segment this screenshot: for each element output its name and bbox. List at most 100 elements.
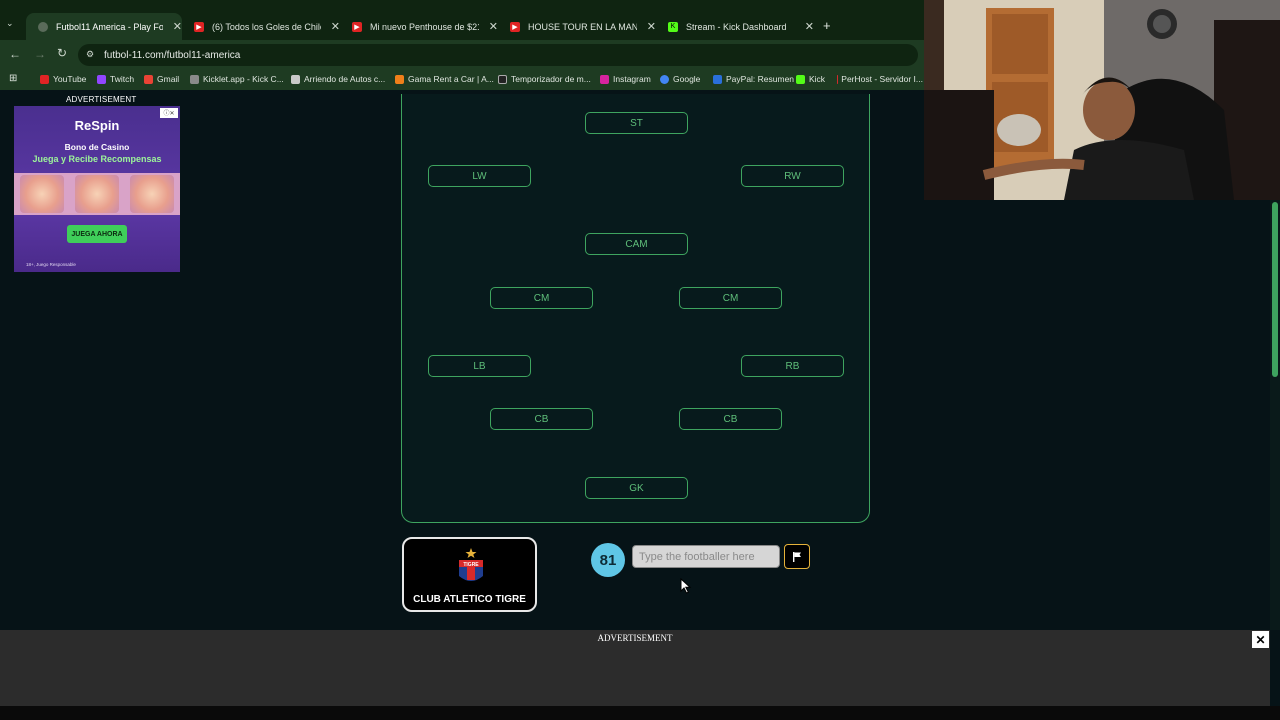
remaining-counter: 81 — [591, 543, 625, 577]
timer-icon — [498, 74, 507, 84]
ad-headline: Bono de Casino — [64, 142, 130, 152]
url-input[interactable]: ⚙ futbol-11.com/futbol11-america — [78, 44, 918, 66]
page-bottom-edge — [0, 706, 1280, 720]
url-text: futbol-11.com/futbol11-america — [104, 49, 241, 61]
forward-icon[interactable]: → — [34, 47, 46, 61]
bookmark-paypal[interactable]: PayPal: Resumen — [713, 74, 794, 84]
apps-grid-icon[interactable]: ⊞ — [9, 73, 17, 84]
bottom-ad-banner: ADVERTISEMENT ✕ — [0, 630, 1270, 706]
tab-kick-dashboard[interactable]: K Stream - Kick Dashboard ✕ — [656, 13, 814, 40]
ad-label: ADVERTISEMENT — [597, 633, 673, 643]
bookmark-arriendo[interactable]: Arriendo de Autos c... — [291, 74, 385, 84]
address-bar: ← → ↻ ⚙ futbol-11.com/futbol11-america — [0, 40, 924, 70]
bookmark-label: Gama Rent a Car | A... — [408, 74, 494, 84]
flag-icon — [793, 551, 801, 562]
ad-cta-button[interactable]: JUEGA AHORA — [67, 225, 127, 243]
bookmark-gama[interactable]: Gama Rent a Car | A... — [395, 74, 494, 84]
bookmark-temporizador[interactable]: Temporizador de m... — [498, 74, 591, 84]
kick-icon: K — [668, 21, 678, 32]
position-cm-left[interactable]: CM — [490, 287, 593, 309]
bookmark-kicklet[interactable]: Kicklet.app - Kick C... — [190, 74, 284, 84]
kick-icon — [796, 74, 805, 84]
tab-bar: ⌄ Futbol11 America - Play Footba ✕ ▶ (6)… — [0, 0, 924, 40]
position-rb[interactable]: RB — [741, 355, 844, 377]
globe-icon — [38, 21, 48, 32]
gmail-icon — [144, 74, 153, 84]
footballer-input[interactable] — [632, 545, 780, 568]
bookmark-youtube[interactable]: YouTube — [40, 74, 86, 84]
position-rw[interactable]: RW — [741, 165, 844, 187]
tab-close-icon[interactable]: ✕ — [331, 20, 340, 33]
slot-reel — [74, 175, 119, 213]
bookmark-label: Gmail — [157, 74, 180, 84]
tab-close-icon[interactable]: ✕ — [805, 20, 814, 33]
position-cm-right[interactable]: CM — [679, 287, 782, 309]
tab-penthouse[interactable]: ▶ Mi nuevo Penthouse de $21.500 ✕ — [340, 13, 498, 40]
tab-title: Mi nuevo Penthouse de $21.500 — [370, 21, 479, 32]
site-info-icon[interactable]: ⚙ — [86, 49, 94, 60]
bookmark-google[interactable]: Google — [660, 74, 700, 84]
ad-fine-print: 18+, Juego Responsable — [26, 262, 76, 267]
webcam-feed — [924, 0, 1280, 200]
bookmark-instagram[interactable]: Instagram — [600, 74, 651, 84]
tab-house-tour[interactable]: ▶ HOUSE TOUR EN LA MANSIÓN ✕ — [498, 13, 656, 40]
ad-choices-icon[interactable]: ⓘ✕ — [160, 108, 178, 118]
crest-text: TIGRE — [463, 562, 479, 568]
casino-ad[interactable]: ⓘ✕ ReSpin Bono de Casino Juega y Recibe … — [14, 106, 180, 272]
position-st[interactable]: ST — [585, 112, 688, 134]
bookmarks-bar: ⊞ YouTube Twitch Gmail Kicklet.app - Kic… — [0, 70, 924, 90]
bookmark-label: Kicklet.app - Kick C... — [203, 74, 284, 84]
youtube-icon — [40, 74, 49, 84]
club-name: CLUB ATLETICO TIGRE — [413, 594, 526, 605]
bookmark-label: Arriendo de Autos c... — [304, 74, 386, 84]
google-icon — [660, 74, 669, 84]
tab-title: Stream - Kick Dashboard — [686, 21, 787, 32]
tab-close-icon[interactable]: ✕ — [647, 20, 656, 33]
paypal-icon — [713, 74, 722, 84]
position-cb-right[interactable]: CB — [679, 408, 782, 430]
ad-subheadline: Juega y Recibe Recompensas — [32, 154, 162, 164]
position-lw[interactable]: LW — [428, 165, 531, 187]
bookmark-label: Twitch — [110, 74, 135, 84]
position-gk[interactable]: GK — [585, 477, 688, 499]
tab-search-icon[interactable]: ⌄ — [6, 18, 14, 29]
car-icon — [291, 74, 300, 84]
tab-close-icon[interactable]: ✕ — [173, 20, 182, 33]
bookmark-kick[interactable]: Kick — [796, 74, 825, 84]
position-lb[interactable]: LB — [428, 355, 531, 377]
youtube-icon: ▶ — [194, 21, 204, 32]
close-ad-button[interactable]: ✕ — [1252, 631, 1269, 648]
twitch-icon — [97, 74, 106, 84]
kicklet-icon — [190, 74, 199, 84]
club-card: TIGRE CLUB ATLETICO TIGRE — [402, 537, 537, 612]
mouse-cursor-icon — [680, 578, 692, 594]
bookmark-label: Temporizador de m... — [511, 74, 591, 84]
bookmark-label: Instagram — [613, 74, 651, 84]
position-cam[interactable]: CAM — [585, 233, 688, 255]
tab-title: (6) Todos los Goles de Chile en — [212, 21, 321, 32]
ad-slot-reels — [14, 173, 180, 215]
formation-pitch — [401, 94, 870, 523]
new-tab-icon[interactable]: + — [823, 18, 831, 33]
youtube-icon: ▶ — [352, 21, 362, 32]
club-crest-icon: TIGRE — [459, 548, 483, 581]
gama-icon — [395, 74, 404, 84]
back-icon[interactable]: ← — [9, 47, 21, 61]
webcam-overlay — [924, 0, 1280, 200]
bookmark-perhost[interactable]: PerHost - Servidor I... — [837, 74, 923, 84]
slot-reel — [19, 175, 64, 213]
slot-reel — [130, 175, 175, 213]
position-cb-left[interactable]: CB — [490, 408, 593, 430]
bookmark-gmail[interactable]: Gmail — [144, 74, 179, 84]
tab-title: HOUSE TOUR EN LA MANSIÓN — [528, 21, 637, 32]
tab-futbol11[interactable]: Futbol11 America - Play Footba ✕ — [26, 13, 182, 40]
tab-title: Futbol11 America - Play Footba — [56, 21, 163, 32]
bookmark-label: YouTube — [53, 74, 87, 84]
scrollbar-thumb[interactable] — [1272, 202, 1278, 377]
reload-icon[interactable]: ↻ — [57, 46, 67, 60]
youtube-icon: ▶ — [510, 21, 520, 32]
bookmark-twitch[interactable]: Twitch — [97, 74, 134, 84]
tab-chile-goals[interactable]: ▶ (6) Todos los Goles de Chile en ✕ — [182, 13, 340, 40]
tab-close-icon[interactable]: ✕ — [489, 20, 498, 33]
give-up-button[interactable] — [784, 544, 810, 569]
